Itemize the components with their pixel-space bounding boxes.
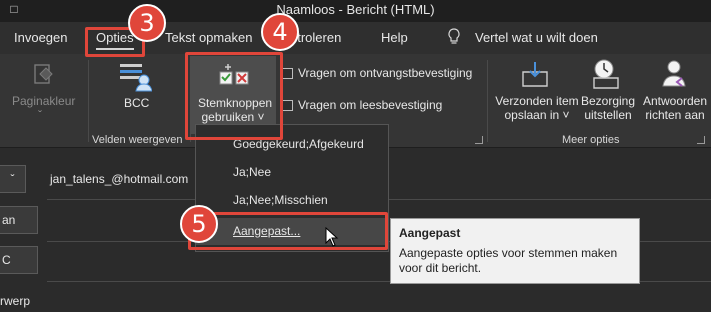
menu-item-ja-nee-misschien[interactable]: Ja;Nee;Misschien bbox=[196, 187, 388, 214]
group-label-velden: Velden weergeven bbox=[92, 134, 183, 146]
aangepast-tooltip: Aangepast Aangepaste opties voor stemmen… bbox=[390, 218, 640, 284]
title-bar: □ Naamloos - Bericht (HTML) bbox=[0, 0, 711, 22]
direct-replies-icon bbox=[660, 58, 690, 93]
dialog-launcher-icon[interactable] bbox=[475, 136, 483, 144]
read-receipt-read-label: Vragen om leesbevestiging bbox=[298, 98, 443, 112]
highlight-stemknoppen bbox=[185, 52, 283, 140]
direct-replies-label-1[interactable]: Antwoorden bbox=[640, 94, 710, 108]
step-5-badge: 5 bbox=[180, 205, 218, 243]
delay-delivery-icon bbox=[592, 58, 622, 93]
highlight-aangepast bbox=[188, 212, 388, 250]
save-sent-item-icon bbox=[520, 60, 550, 93]
tooltip-title: Aangepast bbox=[399, 226, 461, 240]
bcc-button[interactable]: BCC bbox=[124, 96, 149, 110]
tab-invoegen[interactable]: Invoegen bbox=[14, 30, 68, 45]
group-separator bbox=[88, 60, 89, 142]
tooltip-body: Aangepaste opties voor stemmen maken voo… bbox=[399, 246, 618, 275]
group-label-meer-opties: Meer opties bbox=[562, 134, 620, 146]
save-sent-item-label-2: opslaan in ˅ bbox=[504, 108, 570, 122]
window-title: Naamloos - Bericht (HTML) bbox=[276, 2, 435, 17]
read-receipt-delivery-checkbox[interactable] bbox=[282, 68, 293, 79]
read-receipt-read-checkbox[interactable] bbox=[282, 100, 293, 111]
tab-help[interactable]: Help bbox=[381, 30, 408, 45]
menu-item-ja-nee[interactable]: Ja;Nee bbox=[196, 159, 388, 186]
subject-label: rwerp bbox=[0, 294, 31, 308]
group-separator bbox=[487, 60, 488, 142]
page-color-chevron: ˇ bbox=[38, 108, 42, 122]
tell-me-input[interactable]: Vertel wat u wilt doen bbox=[475, 30, 598, 45]
to-button[interactable]: an bbox=[0, 206, 38, 234]
from-field-value[interactable]: jan_talens_@hotmail.com bbox=[50, 172, 188, 186]
bcc-icon bbox=[118, 60, 153, 95]
step-4-badge: 4 bbox=[261, 13, 299, 51]
delay-delivery-label-2: uitstellen bbox=[584, 108, 632, 122]
dialog-launcher-icon[interactable] bbox=[697, 136, 705, 144]
tab-tekst-opmaken[interactable]: Tekst opmaken bbox=[165, 30, 252, 45]
cc-button[interactable]: C bbox=[0, 246, 38, 274]
page-color-button[interactable]: Paginakleur bbox=[12, 94, 75, 108]
from-dropdown-button[interactable]: ˇ bbox=[0, 165, 26, 193]
step-3-badge: 3 bbox=[128, 4, 166, 42]
save-sent-item-label-1[interactable]: Verzonden item bbox=[494, 94, 580, 108]
direct-replies-label-2: richten aan bbox=[645, 108, 705, 122]
page-color-icon bbox=[28, 62, 58, 93]
read-receipt-delivery-label: Vragen om ontvangstbevestiging bbox=[298, 66, 473, 80]
delay-delivery-label-1[interactable]: Bezorging bbox=[580, 94, 636, 108]
lightbulb-icon bbox=[447, 28, 461, 49]
